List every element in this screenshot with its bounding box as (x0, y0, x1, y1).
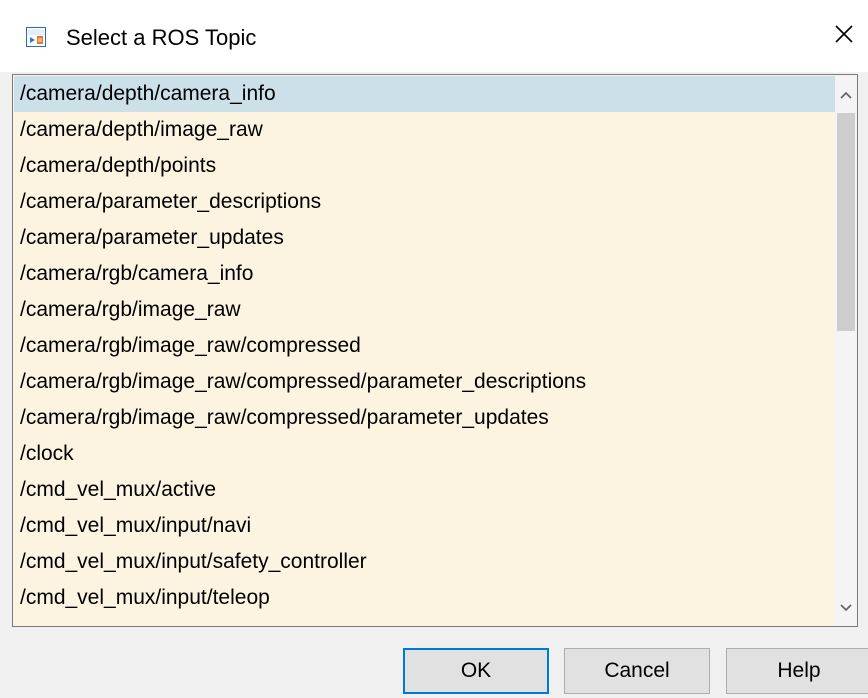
chevron-up-icon (839, 87, 853, 105)
list-item[interactable]: /camera/depth/points (14, 148, 837, 184)
vertical-scrollbar[interactable] (835, 75, 857, 626)
list-item[interactable]: /cmd_vel_mux/input/teleop (14, 580, 837, 616)
list-item[interactable]: /cmd_vel_mux/active (14, 472, 837, 508)
scroll-thumb[interactable] (837, 113, 855, 331)
list-item[interactable]: /camera/rgb/image_raw/compressed/paramet… (14, 364, 837, 400)
list-item[interactable]: /camera/parameter_descriptions (14, 184, 837, 220)
dialog-title: Select a ROS Topic (66, 25, 257, 50)
list-item[interactable]: /camera/rgb/image_raw (14, 292, 837, 328)
title-bar: Select a ROS Topic (0, 0, 868, 72)
ok-button[interactable]: OK (403, 648, 549, 694)
list-item[interactable]: /camera/depth/image_raw (14, 112, 837, 148)
list-item[interactable]: /cmd_vel_mux/input/safety_controller (14, 544, 837, 580)
topic-list-items: /camera/depth/camera_info/camera/depth/i… (14, 76, 837, 626)
simulink-block-icon (26, 27, 46, 47)
topic-list[interactable]: /camera/depth/camera_info/camera/depth/i… (12, 74, 858, 627)
close-icon (833, 23, 855, 50)
list-item[interactable]: /camera/rgb/image_raw/compressed (14, 328, 837, 364)
help-button[interactable]: Help (726, 648, 868, 694)
list-item[interactable]: /camera/depth/camera_info (14, 76, 837, 112)
list-item[interactable]: /cmd_vel_mux/input/navi (14, 508, 837, 544)
list-item[interactable]: /camera/parameter_updates (14, 220, 837, 256)
list-item[interactable]: /clock (14, 436, 837, 472)
cancel-button[interactable]: Cancel (564, 648, 710, 694)
scroll-down-button[interactable] (835, 596, 857, 622)
chevron-down-icon (839, 600, 853, 618)
scroll-up-button[interactable] (835, 83, 857, 109)
close-button[interactable] (820, 16, 868, 56)
select-ros-topic-dialog: Select a ROS Topic /camera/depth/camera_… (0, 0, 868, 698)
list-item[interactable]: /camera/rgb/camera_info (14, 256, 837, 292)
list-item[interactable]: /camera/rgb/image_raw/compressed/paramet… (14, 400, 837, 436)
